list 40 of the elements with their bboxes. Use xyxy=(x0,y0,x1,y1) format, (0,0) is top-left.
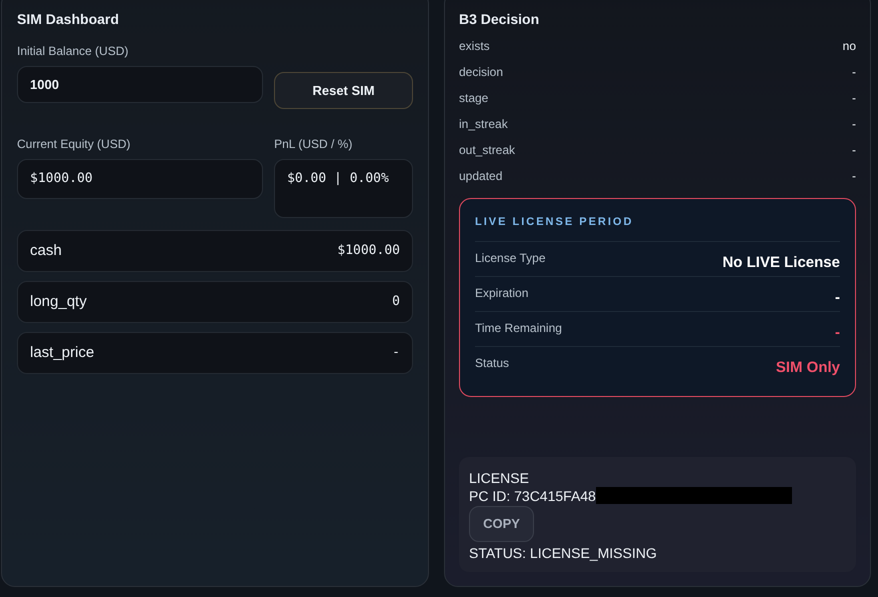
panel-title: B3 Decision xyxy=(459,10,540,29)
license-label: Status xyxy=(475,354,510,372)
stat-value: 0 xyxy=(392,293,400,312)
stat-name: last_price xyxy=(30,342,94,363)
pc-id: PC ID: 73C415FA48 xyxy=(469,486,596,504)
field-label: PnL (USD / %) xyxy=(274,136,354,153)
stat-name: long_qty xyxy=(30,292,87,312)
decision-value: no xyxy=(842,38,856,55)
decision-label: stage xyxy=(459,90,488,107)
license-value: - xyxy=(835,322,840,342)
license-value: No LIVE License xyxy=(722,252,840,272)
decision-value: - xyxy=(852,64,856,81)
panel-title: SIM Dashboard xyxy=(17,10,120,29)
pnl-value: $0.00 | 0.00% xyxy=(274,159,413,218)
stat-value: $1000.00 xyxy=(337,242,400,260)
field-label: Current Equity (USD) xyxy=(17,136,132,153)
reset-button[interactable]: Reset SIM xyxy=(274,72,413,109)
decision-label: exists xyxy=(459,38,490,55)
field-label: Initial Balance (USD) xyxy=(17,43,130,60)
decision-label: updated xyxy=(459,168,502,185)
input-field[interactable]: 1000 xyxy=(17,66,264,103)
decision-label: out_streak xyxy=(459,142,516,159)
card-title: LIVE LICENSE PERIOD xyxy=(475,214,840,242)
license-title: LICENSE xyxy=(469,468,529,486)
license-value: - xyxy=(835,288,840,308)
license-label: Expiration xyxy=(475,284,528,302)
license-value: SIM Only xyxy=(776,358,840,378)
stat-name: cash xyxy=(30,240,62,261)
decision-label: in_streak xyxy=(459,116,508,133)
decision-value: - xyxy=(852,142,856,159)
decision-value: - xyxy=(852,116,856,133)
equity-value: $1000.00 xyxy=(17,159,264,199)
stat-value: - xyxy=(392,344,400,362)
decision-value: - xyxy=(852,168,856,185)
license-label: Time Remaining xyxy=(475,320,562,336)
decision-value: - xyxy=(852,90,856,107)
license-label: License Type xyxy=(475,250,546,266)
decision-label: decision xyxy=(459,64,504,81)
license-status: STATUS: LICENSE_MISSING xyxy=(469,544,657,562)
copy-button[interactable]: COPY xyxy=(469,506,534,542)
